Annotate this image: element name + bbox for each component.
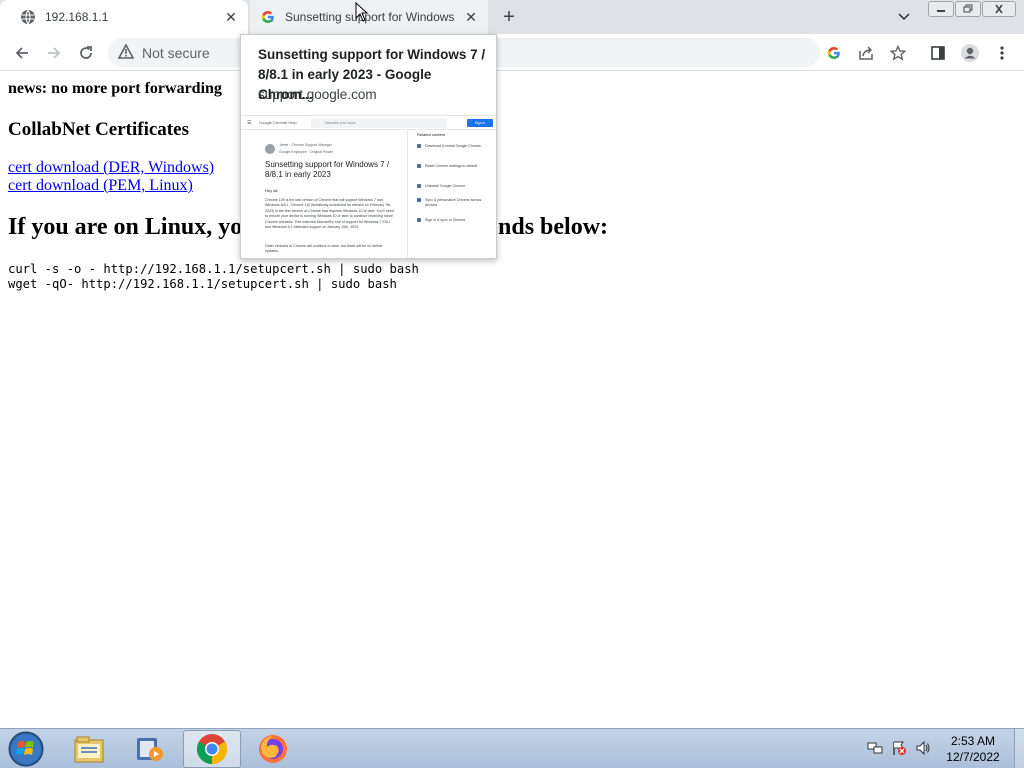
- cert-download-pem-link[interactable]: cert download (PEM, Linux): [8, 177, 193, 195]
- back-button[interactable]: [10, 41, 34, 65]
- not-secure-label: Not secure: [142, 45, 210, 61]
- preview-related-item: Uninstall Google Chrome: [417, 184, 491, 189]
- tab-close-icon[interactable]: ✕: [462, 8, 480, 26]
- preview-greeting: Hey all,: [265, 188, 279, 193]
- bookmark-star-icon[interactable]: [886, 41, 910, 65]
- media-player-icon[interactable]: [120, 730, 178, 768]
- preview-header: ☰ Google Chrome Help Describe your issue…: [241, 116, 496, 130]
- reload-button[interactable]: [74, 41, 98, 65]
- network-icon[interactable]: [866, 739, 884, 757]
- clock-time: 2:53 AM: [950, 734, 996, 748]
- linux-heading-left: If you are on Linux, yo: [8, 214, 243, 240]
- forward-button[interactable]: [42, 41, 66, 65]
- google-chrome-icon[interactable]: [183, 730, 241, 768]
- preview-divider: [407, 130, 408, 258]
- minimize-button[interactable]: [928, 1, 954, 17]
- side-panel-icon[interactable]: [926, 41, 950, 65]
- wget-command: wget -qO- http://192.168.1.1/setupcert.s…: [8, 277, 397, 291]
- system-clock[interactable]: 2:53 AM 12/7/2022: [938, 733, 1008, 765]
- page-heading: CollabNet Certificates: [8, 119, 189, 140]
- hamburger-icon: ☰: [247, 120, 252, 126]
- preview-related-item: Download & install Google Chrome: [417, 144, 491, 149]
- preview-heading: Sunsetting support for Windows 7 / 8/8.1…: [265, 160, 390, 179]
- preview-related-item: Reset Chrome settings to default: [417, 164, 491, 169]
- volume-icon[interactable]: [914, 739, 932, 757]
- action-center-flag-icon[interactable]: [890, 739, 908, 757]
- mouse-cursor-icon: [355, 1, 369, 22]
- new-tab-button[interactable]: +: [498, 6, 520, 28]
- preview-meta-line2: Google Employee · Original Poster: [279, 150, 334, 154]
- warning-icon: [117, 43, 135, 62]
- linux-heading-tail: nds below:: [498, 214, 609, 240]
- preview-related-item: Sync & personalize Chrome across devices: [417, 198, 491, 208]
- preview-related-heading: Related content: [417, 132, 446, 137]
- hover-card-preview: ☰ Google Chrome Help Describe your issue…: [241, 115, 496, 258]
- globe-icon: [20, 9, 36, 25]
- browser-toolbar: Not secure 19: [0, 34, 1024, 71]
- tab-search-chevron-icon[interactable]: [894, 9, 914, 25]
- hover-card-domain: support.google.com: [258, 87, 377, 102]
- close-window-button[interactable]: [982, 1, 1016, 17]
- curl-command: curl -s -o - http://192.168.1.1/setupcer…: [8, 262, 419, 276]
- tab-strip: 192.168.1.1 ✕ Sunsetting support for Win…: [0, 0, 1024, 34]
- preview-search: Describe your issue: [311, 118, 447, 128]
- page-content: news: no more port forwarding CollabNet …: [0, 72, 1024, 728]
- share-icon[interactable]: [854, 41, 878, 65]
- preview-search-placeholder: Describe your issue: [325, 121, 356, 125]
- tab-sunsetting-support[interactable]: Sunsetting support for Windows ✕: [250, 0, 488, 34]
- firefox-icon[interactable]: [244, 730, 302, 768]
- restore-button[interactable]: [955, 1, 981, 17]
- profile-avatar-icon[interactable]: [958, 41, 982, 65]
- tab-title: 192.168.1.1: [45, 10, 109, 24]
- preview-related-item: Sign in & sync in Chrome: [417, 218, 491, 223]
- news-text: news: no more port forwarding: [8, 80, 222, 97]
- cert-download-der-link[interactable]: cert download (DER, Windows): [8, 159, 214, 177]
- preview-avatar: [265, 144, 275, 154]
- preview-site-name: Google Chrome Help: [259, 120, 297, 125]
- linux-heading: If you are on Linux, yo: [8, 214, 242, 241]
- security-indicator[interactable]: Not secure: [117, 43, 210, 62]
- google-g-icon: [260, 9, 276, 25]
- windows-explorer-icon[interactable]: [60, 730, 118, 768]
- show-desktop-button[interactable]: [1014, 729, 1024, 768]
- google-lens-icon[interactable]: [822, 41, 846, 65]
- tab-title: Sunsetting support for Windows: [285, 10, 455, 24]
- start-button[interactable]: [6, 730, 46, 768]
- clock-date: 12/7/2022: [946, 750, 1000, 764]
- preview-paragraph-2: Older versions of Chrome will continue t…: [265, 244, 383, 254]
- preview-paragraph: Chrome 109 is the last version of Chrome…: [265, 198, 394, 230]
- preview-sign-in: Sign in: [467, 119, 493, 127]
- tab-192-168-1-1[interactable]: 192.168.1.1 ✕: [0, 0, 248, 34]
- kebab-menu-icon[interactable]: [990, 41, 1014, 65]
- windows-taskbar: 2:53 AM 12/7/2022: [0, 728, 1024, 768]
- tab-hover-card: Sunsetting support for Windows 7 / 8/8.1…: [240, 34, 497, 259]
- tab-close-icon[interactable]: ✕: [222, 8, 240, 26]
- preview-meta-line1: Jamie · Chrome Support Manager: [279, 143, 332, 147]
